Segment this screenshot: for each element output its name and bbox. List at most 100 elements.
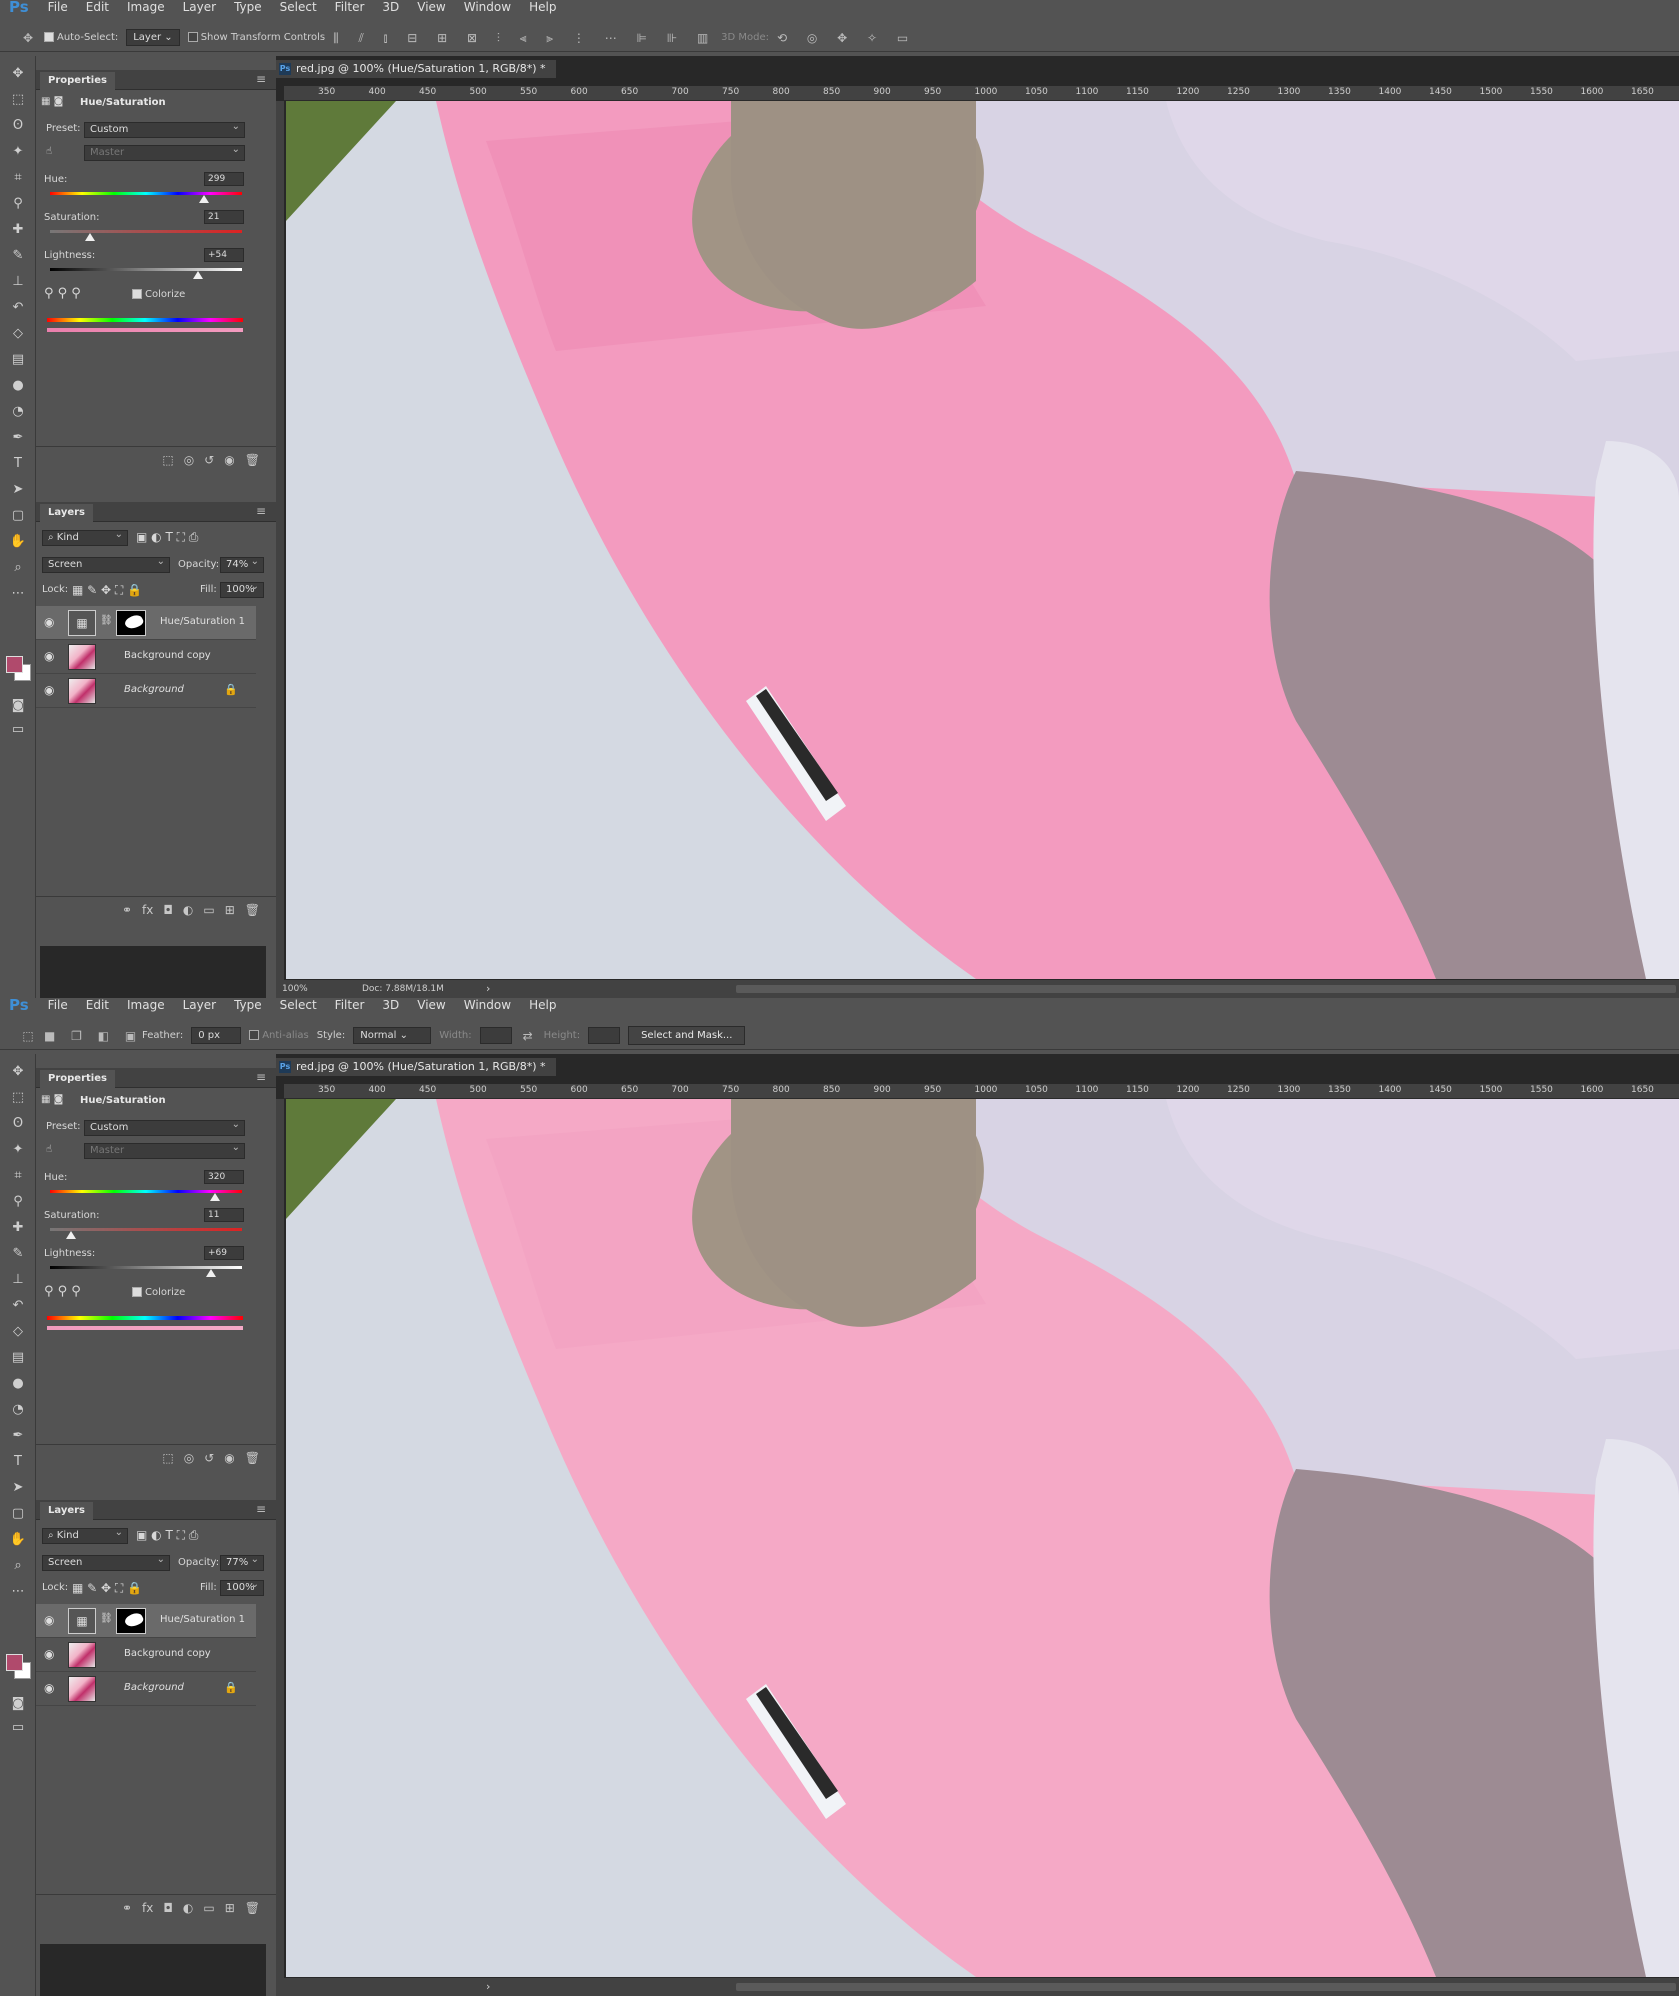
visibility-icon[interactable]: ◉ (224, 453, 234, 467)
link-layers-icon[interactable]: ⚭ (122, 903, 132, 917)
3d-mode-icons[interactable]: ⟲ ◎ ✥ ✧ ▭ (777, 30, 908, 46)
image-canvas[interactable] (286, 1099, 1679, 1977)
chain-link-icon[interactable]: ⛓ (100, 1613, 113, 1624)
menu-view[interactable]: View (408, 998, 454, 1013)
menu-type[interactable]: Type (225, 0, 271, 15)
show-transform-checkbox[interactable]: Show Transform Controls (187, 32, 325, 43)
path-select-icon[interactable]: ➤ (8, 480, 28, 500)
view-previous-icon[interactable]: ◎ (184, 1451, 194, 1465)
magic-wand-icon[interactable]: ✦ (8, 1140, 28, 1160)
layer-filter-kind[interactable]: ⌕ Kind (42, 1526, 128, 1544)
crop-icon[interactable]: ⌗ (8, 1166, 28, 1186)
trash-icon[interactable]: 🗑 (245, 1451, 260, 1465)
menu-layer[interactable]: Layer (174, 998, 225, 1013)
menu-filter[interactable]: Filter (326, 0, 374, 15)
saturation-slider[interactable] (50, 230, 242, 241)
tab-layers[interactable]: Layers (40, 504, 93, 522)
link-layers-icon[interactable]: ⚭ (122, 1901, 132, 1915)
document-tab[interactable]: Ps red.jpg @ 100% (Hue/Saturation 1, RGB/… (276, 1058, 556, 1076)
menu-select[interactable]: Select (271, 998, 326, 1013)
shape-icon[interactable]: ▢ (8, 506, 28, 526)
pen-icon[interactable]: ✒ (8, 1426, 28, 1446)
layer-filter-icons[interactable]: ▣ ◐ T ⛶ ⎙ (136, 530, 198, 545)
lock-icons[interactable]: ▦ ✎ ✥ ⛶ 🔒 (72, 1581, 142, 1596)
trash-icon[interactable]: 🗑 (245, 1901, 260, 1915)
menu-help[interactable]: Help (520, 998, 565, 1013)
add-mask-icon[interactable]: ◘ (163, 903, 173, 917)
blur-icon[interactable]: ● (8, 1374, 28, 1394)
saturation-field[interactable]: 11 (204, 1208, 244, 1222)
swap-icon[interactable]: ⇄ (520, 1028, 536, 1044)
new-layer-icon[interactable]: ⊞ (225, 903, 235, 917)
more-tools-icon[interactable]: ⋯ (8, 1582, 28, 1602)
layer-row[interactable]: ◉ Background copy (36, 1638, 256, 1672)
fx-icon[interactable]: fx (142, 903, 153, 917)
clip-to-layer-icon[interactable]: ⬚ (162, 1451, 173, 1465)
eraser-icon[interactable]: ◇ (8, 1322, 28, 1342)
zoom-icon[interactable]: ⌕ (8, 1556, 28, 1576)
lasso-icon[interactable]: ʘ (8, 116, 28, 136)
eye-icon[interactable]: ◉ (44, 1613, 54, 1627)
menu-window[interactable]: Window (455, 998, 520, 1013)
preset-dropdown[interactable]: Custom (84, 1118, 245, 1136)
hue-field[interactable]: 320 (204, 1170, 244, 1184)
select-and-mask-button[interactable]: Select and Mask... (628, 1026, 746, 1045)
healing-icon[interactable]: ✚ (8, 220, 28, 240)
eyedropper-icon[interactable]: ⚲ (8, 194, 28, 214)
layer-filter-kind[interactable]: ⌕ Kind (42, 528, 128, 546)
saturation-field[interactable]: 21 (204, 210, 244, 224)
lasso-icon[interactable]: ʘ (8, 1114, 28, 1134)
menu-3d[interactable]: 3D (373, 998, 408, 1013)
new-group-icon[interactable]: ▭ (203, 1901, 214, 1915)
blend-mode-dropdown[interactable]: Screen (42, 1553, 170, 1571)
reset-icon[interactable]: ↺ (204, 453, 214, 467)
eye-icon[interactable]: ◉ (44, 1647, 54, 1661)
saturation-slider-thumb[interactable] (85, 233, 96, 241)
eye-icon[interactable]: ◉ (44, 683, 54, 697)
saturation-slider-thumb[interactable] (66, 1231, 77, 1239)
auto-select-checkbox[interactable]: Auto-Select: (44, 32, 118, 43)
move-tool-icon[interactable]: ✥ (20, 30, 36, 46)
tab-properties[interactable]: Properties (40, 1070, 115, 1088)
menu-window[interactable]: Window (455, 0, 520, 15)
antialias-checkbox[interactable]: Anti-alias (249, 1030, 309, 1041)
shape-icon[interactable]: ▢ (8, 1504, 28, 1524)
adjustment-layer-icon[interactable]: ◐ (183, 903, 193, 917)
hue-slider-thumb[interactable] (210, 1193, 221, 1201)
dodge-icon[interactable]: ◔ (8, 402, 28, 422)
trash-icon[interactable]: 🗑 (245, 453, 260, 467)
move-icon[interactable]: ✥ (8, 1062, 28, 1082)
stamp-icon[interactable]: ⊥ (8, 1270, 28, 1290)
layers-panel-menu-icon[interactable]: ≡ (256, 1502, 266, 1516)
blur-icon[interactable]: ● (8, 376, 28, 396)
height-field[interactable] (588, 1027, 621, 1044)
eye-icon[interactable]: ◉ (44, 615, 54, 629)
layer-mask-thumb[interactable] (116, 610, 146, 636)
gradient-icon[interactable]: ▤ (8, 350, 28, 370)
blend-mode-dropdown[interactable]: Screen (42, 555, 170, 573)
dodge-icon[interactable]: ◔ (8, 1400, 28, 1420)
panel-menu-icon[interactable]: ≡ (256, 1070, 266, 1084)
trash-icon[interactable]: 🗑 (245, 903, 260, 917)
menu-type[interactable]: Type (225, 998, 271, 1013)
healing-icon[interactable]: ✚ (8, 1218, 28, 1238)
type-icon[interactable]: T (8, 1452, 28, 1472)
colorize-checkbox[interactable]: Colorize (132, 1287, 185, 1298)
layer-row[interactable]: ◉ Background 🔒 (36, 1672, 256, 1706)
chain-link-icon[interactable]: ⛓ (100, 615, 113, 626)
width-field[interactable] (479, 1027, 512, 1044)
image-canvas[interactable] (286, 101, 1679, 979)
style-dropdown[interactable]: Normal ⌄ (353, 1027, 432, 1044)
zoom-icon[interactable]: ⌕ (8, 558, 28, 578)
fill-field[interactable]: 100% (220, 1578, 264, 1596)
history-brush-icon[interactable]: ↶ (8, 298, 28, 318)
brush-icon[interactable]: ✎ (8, 1244, 28, 1264)
gradient-icon[interactable]: ▤ (8, 1348, 28, 1368)
layer-row[interactable]: ◉ Background 🔒 (36, 674, 256, 708)
menu-edit[interactable]: Edit (77, 998, 118, 1013)
lightness-slider-thumb[interactable] (192, 271, 203, 279)
menu-filter[interactable]: Filter (326, 998, 374, 1013)
path-select-icon[interactable]: ➤ (8, 1478, 28, 1498)
layers-panel-menu-icon[interactable]: ≡ (256, 504, 266, 518)
channel-dropdown[interactable]: Master (84, 1141, 245, 1159)
